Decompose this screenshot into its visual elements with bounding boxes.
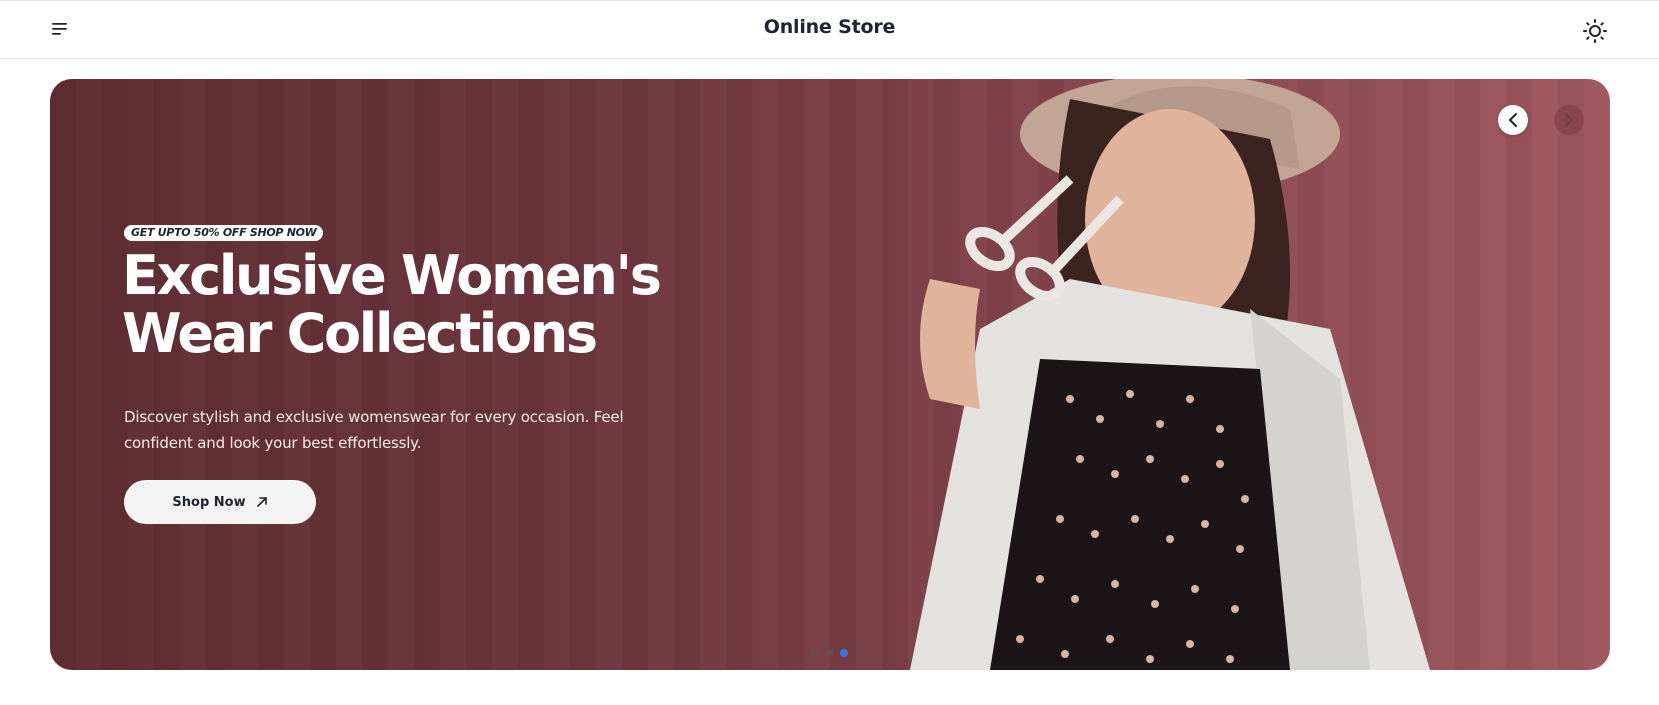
carousel-dot-1[interactable] [810, 649, 818, 657]
hero-description: Discover stylish and exclusive womenswea… [124, 408, 624, 452]
carousel-dot-3[interactable] [840, 649, 848, 657]
carousel-dot-2[interactable] [825, 649, 833, 657]
store-title: Online Store [763, 16, 896, 38]
carousel-prev-button[interactable] [1498, 105, 1528, 135]
arrow-up-right-icon [256, 497, 267, 507]
carousel-next-button[interactable] [1554, 105, 1584, 135]
hero-carousel: GET UPTO 50% OFF SHOP NOW Exclusive Wome… [50, 79, 1610, 670]
hero-headline: Exclusive Women's Wear Collections [122, 247, 762, 363]
hero-headline-line-1: Exclusive Women's [122, 244, 662, 307]
promo-badge: GET UPTO 50% OFF SHOP NOW [124, 225, 324, 241]
theme-toggle-button[interactable] [1580, 16, 1610, 46]
hero-model-image [910, 79, 1430, 670]
carousel-dots [810, 649, 848, 657]
shop-now-label: Shop Now [172, 494, 246, 510]
chevron-left-icon [1509, 113, 1517, 127]
sun-icon [1583, 19, 1607, 43]
shop-now-button[interactable]: Shop Now [124, 480, 316, 524]
top-navbar: Online Store [0, 0, 1659, 59]
hero-headline-line-2: Wear Collections [122, 302, 598, 365]
chevron-right-icon [1565, 113, 1573, 127]
